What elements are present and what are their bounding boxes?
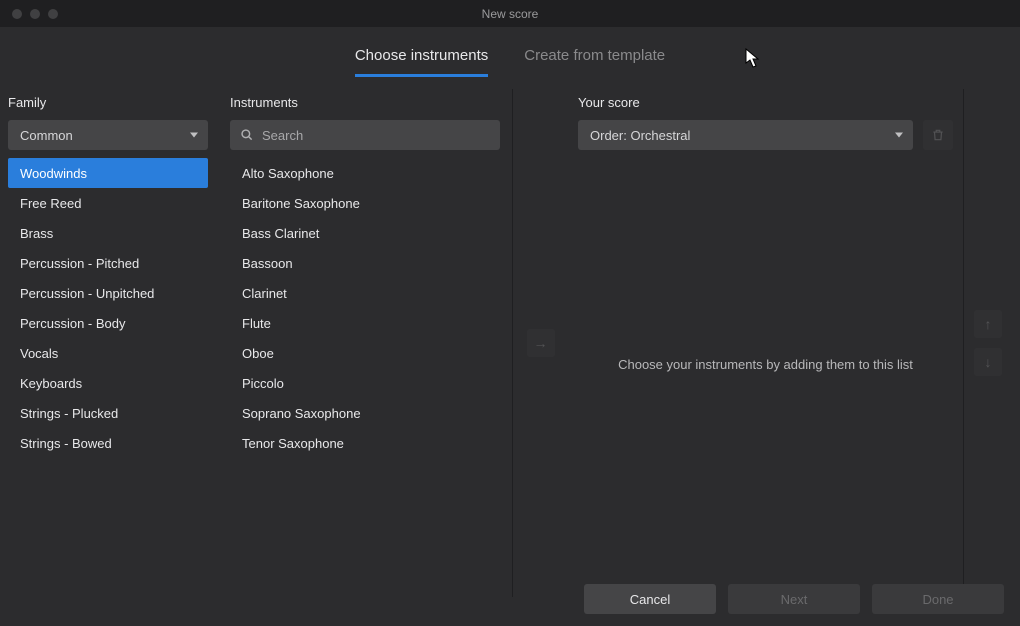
move-down-button[interactable]: ↓ (974, 348, 1002, 376)
zoom-window-button[interactable] (48, 9, 58, 19)
add-instrument-button[interactable]: → (527, 329, 555, 357)
arrow-right-icon: → (534, 335, 548, 351)
main-content: Family Common WoodwindsFree ReedBrassPer… (0, 77, 1020, 597)
score-heading: Your score (578, 89, 953, 120)
chevron-down-icon (895, 133, 903, 138)
window-title: New score (0, 7, 1020, 21)
instrument-list-item[interactable]: Clarinet (230, 278, 500, 308)
score-order-select[interactable]: Order: Orchestral (578, 120, 913, 150)
search-box[interactable] (230, 120, 500, 150)
score-empty-placeholder: Choose your instruments by adding them t… (568, 357, 963, 372)
search-input[interactable] (262, 128, 490, 143)
family-list-item[interactable]: Percussion - Body (8, 308, 208, 338)
family-list-item[interactable]: Vocals (8, 338, 208, 368)
instrument-list-item[interactable]: Alto Saxophone (230, 158, 500, 188)
score-column: Your score Order: Orchestral Choose your… (568, 89, 964, 597)
titlebar: New score (0, 0, 1020, 27)
instruments-column: Instruments Alto SaxophoneBaritone Saxop… (218, 89, 513, 597)
instrument-list-item[interactable]: Soprano Saxophone (230, 398, 500, 428)
instrument-list-item[interactable]: Tenor Saxophone (230, 428, 500, 458)
close-window-button[interactable] (12, 9, 22, 19)
chevron-down-icon (190, 133, 198, 138)
arrow-down-icon: ↓ (985, 354, 992, 370)
family-list-item[interactable]: Percussion - Pitched (8, 248, 208, 278)
arrow-up-icon: ↑ (985, 316, 992, 332)
done-button[interactable]: Done (872, 584, 1004, 614)
family-heading: Family (8, 89, 208, 120)
family-column: Family Common WoodwindsFree ReedBrassPer… (8, 89, 218, 597)
family-group-select-value: Common (20, 128, 73, 143)
family-list-item[interactable]: Percussion - Unpitched (8, 278, 208, 308)
instrument-list-item[interactable]: Bassoon (230, 248, 500, 278)
instruments-list: Alto SaxophoneBaritone SaxophoneBass Cla… (230, 158, 500, 458)
family-group-select[interactable]: Common (8, 120, 208, 150)
family-list-item[interactable]: Free Reed (8, 188, 208, 218)
family-list-item[interactable]: Strings - Bowed (8, 428, 208, 458)
footer: Cancel Next Done (568, 572, 1020, 626)
score-order-value: Order: Orchestral (590, 128, 690, 143)
tab-choose-instruments[interactable]: Choose instruments (355, 47, 488, 77)
family-list-item[interactable]: Strings - Plucked (8, 398, 208, 428)
tabs: Choose instruments Create from template (0, 27, 1020, 77)
instrument-list-item[interactable]: Piccolo (230, 368, 500, 398)
family-list-item[interactable]: Brass (8, 218, 208, 248)
cancel-button[interactable]: Cancel (584, 584, 716, 614)
instrument-list-item[interactable]: Flute (230, 308, 500, 338)
family-list: WoodwindsFree ReedBrassPercussion - Pitc… (8, 158, 208, 458)
minimize-window-button[interactable] (30, 9, 40, 19)
search-icon (240, 128, 254, 142)
instrument-list-item[interactable]: Baritone Saxophone (230, 188, 500, 218)
tab-create-from-template[interactable]: Create from template (524, 47, 665, 77)
window-controls (0, 9, 58, 19)
instruments-heading: Instruments (230, 89, 500, 120)
family-list-item[interactable]: Woodwinds (8, 158, 208, 188)
move-up-button[interactable]: ↑ (974, 310, 1002, 338)
delete-instrument-button[interactable] (923, 120, 953, 150)
trash-icon (931, 128, 945, 142)
family-list-item[interactable]: Keyboards (8, 368, 208, 398)
instrument-list-item[interactable]: Oboe (230, 338, 500, 368)
reorder-column: ↑ ↓ (964, 89, 1012, 597)
next-button[interactable]: Next (728, 584, 860, 614)
instrument-list-item[interactable]: Bass Clarinet (230, 218, 500, 248)
add-column: → (513, 89, 568, 597)
